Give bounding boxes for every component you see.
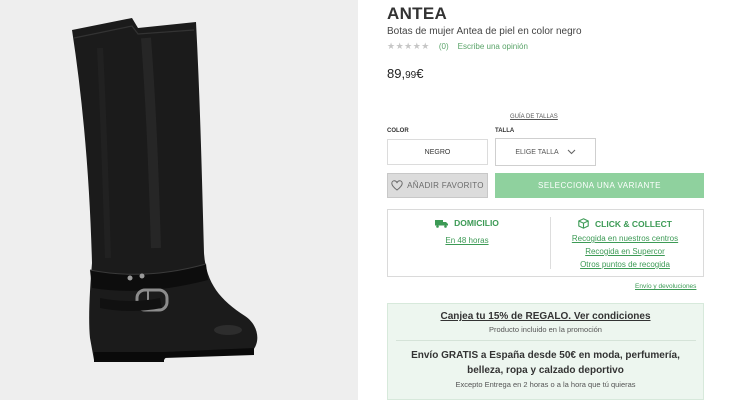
click-collect: CLICK & COLLECT Recogida en nuestros cen… — [546, 210, 704, 276]
size-guide-link[interactable]: GUÍA DE TALLAS — [510, 114, 558, 120]
box-icon — [578, 218, 589, 229]
size-label: TALLA — [495, 128, 515, 134]
price-decimal: 99 — [405, 70, 417, 81]
price-currency: € — [416, 66, 424, 81]
delivery-options: DOMICILIO En 48 horas CLICK & COLLECT Re… — [387, 209, 704, 277]
product-price: 89,99€ — [387, 66, 423, 81]
shipping-returns-link[interactable]: Envío y devoluciones — [635, 283, 696, 290]
color-label: COLOR — [387, 128, 409, 134]
rating-count[interactable]: (0) — [439, 42, 449, 51]
promo-divider — [395, 340, 696, 341]
product-subtitle: Botas de mujer Antea de piel en color ne… — [387, 26, 582, 37]
free-shipping-text: Envío GRATIS a España desde 50€ en moda,… — [411, 350, 680, 376]
rating-row: ★★★★★ (0) Escribe una opinión — [387, 41, 528, 52]
collect-option-supercor[interactable]: Recogida en Supercor — [546, 245, 704, 258]
boot-image — [72, 18, 258, 362]
select-variant-button[interactable]: SELECCIONA UNA VARIANTE — [495, 173, 704, 198]
free-shipping-note: Excepto Entrega en 2 horas o a la hora q… — [455, 380, 636, 389]
price-integer: 89, — [387, 66, 406, 81]
home-delivery-title: DOMICILIO — [388, 218, 546, 228]
size-select-placeholder: ELIGE TALLA — [515, 148, 559, 156]
chevron-down-icon — [567, 149, 576, 155]
product-image[interactable] — [0, 0, 358, 400]
promo-headline-note: Producto incluido en la promoción — [489, 325, 602, 334]
heart-icon — [391, 180, 403, 191]
add-favorite-button[interactable]: AÑADIR FAVORITO — [387, 173, 488, 198]
color-option-negro[interactable]: NEGRO — [387, 139, 488, 165]
write-review-link[interactable]: Escribe una opinión — [458, 42, 528, 51]
click-collect-title: CLICK & COLLECT — [546, 218, 704, 229]
promo-headline-link[interactable]: Canjea tu 15% de REGALO. Ver condiciones — [388, 311, 703, 322]
home-delivery-label: DOMICILIO — [454, 218, 499, 228]
truck-icon — [435, 219, 449, 228]
promo-box: Canjea tu 15% de REGALO. Ver condiciones… — [387, 303, 704, 400]
collect-option-other-points[interactable]: Otros puntos de recogida — [546, 258, 704, 271]
product-title: ANTEA — [387, 4, 448, 23]
collect-option-centers[interactable]: Recogida en nuestros centros — [546, 232, 704, 245]
click-collect-label: CLICK & COLLECT — [595, 218, 672, 229]
add-favorite-label: AÑADIR FAVORITO — [407, 181, 484, 190]
home-delivery-time-link[interactable]: En 48 horas — [388, 234, 546, 247]
star-icon: ★★★★★ — [387, 41, 430, 51]
home-delivery: DOMICILIO En 48 horas — [388, 210, 546, 276]
size-select[interactable]: ELIGE TALLA — [495, 138, 596, 166]
